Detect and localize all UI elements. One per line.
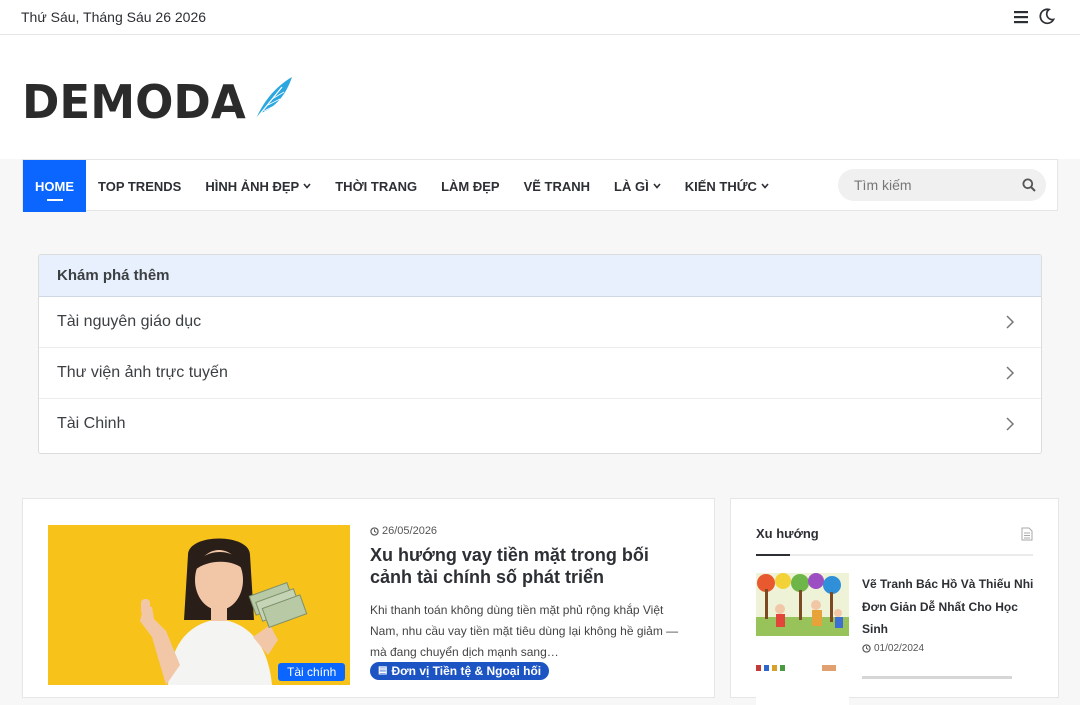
widget-title-divider [756, 554, 1033, 556]
drawing-illustration-image [756, 573, 849, 636]
nav-item-home[interactable]: HOME [23, 160, 86, 212]
search-box [838, 169, 1046, 201]
trending-item-thumbnail[interactable] [756, 665, 849, 705]
feather-icon [255, 77, 293, 120]
nav-label: HÌNH ẢNH ĐẸP [205, 178, 300, 194]
document-icon [1021, 527, 1033, 541]
explore-item[interactable]: Tài nguyên giáo dục [39, 297, 1041, 348]
explore-item[interactable]: Thư viện ảnh trực tuyến [39, 348, 1041, 399]
explore-more-box: Khám phá thêm Tài nguyên giáo dục Thư vi… [38, 254, 1042, 454]
site-logo[interactable]: DEMODA [22, 73, 294, 125]
widget-title: Xu hướng [756, 526, 819, 541]
current-date: Thứ Sáu, Tháng Sáu 26 2026 [21, 9, 207, 25]
explore-item-label: Tài Chinh [57, 415, 126, 432]
moon-icon[interactable] [1038, 7, 1056, 25]
top-bar: Thứ Sáu, Tháng Sáu 26 2026 [0, 0, 1080, 35]
post-tag-label: Đơn vị Tiền tệ & Ngoại hối [391, 664, 542, 678]
featured-post-card: Tài chính 26/05/2026 Xu hướng vay tiền m… [22, 498, 715, 698]
nav-item-kien-thuc[interactable]: KIẾN THỨC [673, 160, 781, 212]
nav-item-ve-tranh[interactable]: VẼ TRANH [512, 160, 602, 212]
nav-label: HOME [35, 178, 74, 194]
trending-widget: Xu hướng Vẽ Tranh Bác Hồ Và Thiếu Nhi Đơ… [730, 498, 1059, 705]
nav-label: THỜI TRANG [335, 178, 418, 194]
explore-item[interactable]: Tài Chinh [39, 399, 1041, 449]
search-input[interactable] [838, 169, 1024, 201]
explore-item-label: Thư viện ảnh trực tuyến [57, 364, 228, 381]
chevron-right-icon [1006, 366, 1015, 380]
post-date-text: 26/05/2026 [382, 525, 438, 537]
chevron-right-icon [1006, 315, 1015, 329]
tag-icon: ▤ [378, 665, 388, 676]
nav-label: LÀ GÌ [614, 178, 649, 194]
chevron-down-icon [303, 183, 311, 189]
logo-text: DEMODA [22, 75, 246, 129]
nav-item-lam-dep[interactable]: LÀM ĐẸP [429, 160, 512, 212]
nav-item-hinh-anh-dep[interactable]: HÌNH ẢNH ĐẸP [193, 160, 323, 212]
post-excerpt: Khi thanh toán không dùng tiền mặt phủ r… [370, 603, 679, 659]
menu-icon[interactable] [1013, 9, 1029, 25]
trending-item-title-partial[interactable] [862, 667, 1042, 679]
clock-icon [370, 526, 379, 536]
chevron-right-icon [1006, 417, 1015, 431]
chevron-down-icon [653, 183, 661, 189]
nav-label: LÀM ĐẸP [441, 178, 500, 194]
category-badge[interactable]: Tài chính [278, 663, 346, 681]
post-thumbnail[interactable]: Tài chính [48, 525, 350, 685]
explore-heading: Khám phá thêm [39, 255, 1041, 297]
chevron-down-icon [761, 183, 769, 189]
nav-item-thoi-trang[interactable]: THỜI TRANG [323, 160, 429, 212]
trending-item-date: 01/02/2024 [862, 643, 924, 654]
main-nav: HOME TOP TRENDS HÌNH ẢNH ĐẸP THỜI TRANG … [22, 159, 1058, 212]
nav-item-top-trends[interactable]: TOP TRENDS [86, 160, 193, 212]
trending-item-title[interactable]: Vẽ Tranh Bác Hồ Và Thiếu Nhi Đơn Giản Dễ… [862, 573, 1042, 641]
post-date: 26/05/2026 [370, 525, 437, 537]
nav-item-la-gi[interactable]: LÀ GÌ [602, 160, 673, 212]
drawing-illustration-image [756, 665, 849, 705]
trending-item-date-text: 01/02/2024 [874, 643, 925, 654]
cropped-text-lines [862, 676, 1012, 679]
trending-item-thumbnail[interactable] [756, 573, 849, 636]
search-icon[interactable] [1022, 178, 1036, 192]
nav-label: KIẾN THỨC [684, 178, 757, 194]
nav-label: TOP TRENDS [98, 178, 182, 194]
post-title[interactable]: Xu hướng vay tiền mặt trong bối cảnh tài… [370, 544, 690, 588]
post-tag[interactable]: ▤ Đơn vị Tiền tệ & Ngoại hối [370, 662, 550, 680]
site-header: DEMODA [0, 35, 1080, 159]
woman-holding-money-image [48, 525, 350, 685]
explore-item-label: Tài nguyên giáo dục [57, 313, 202, 330]
nav-label: VẼ TRANH [523, 178, 591, 194]
clock-icon [862, 644, 871, 653]
